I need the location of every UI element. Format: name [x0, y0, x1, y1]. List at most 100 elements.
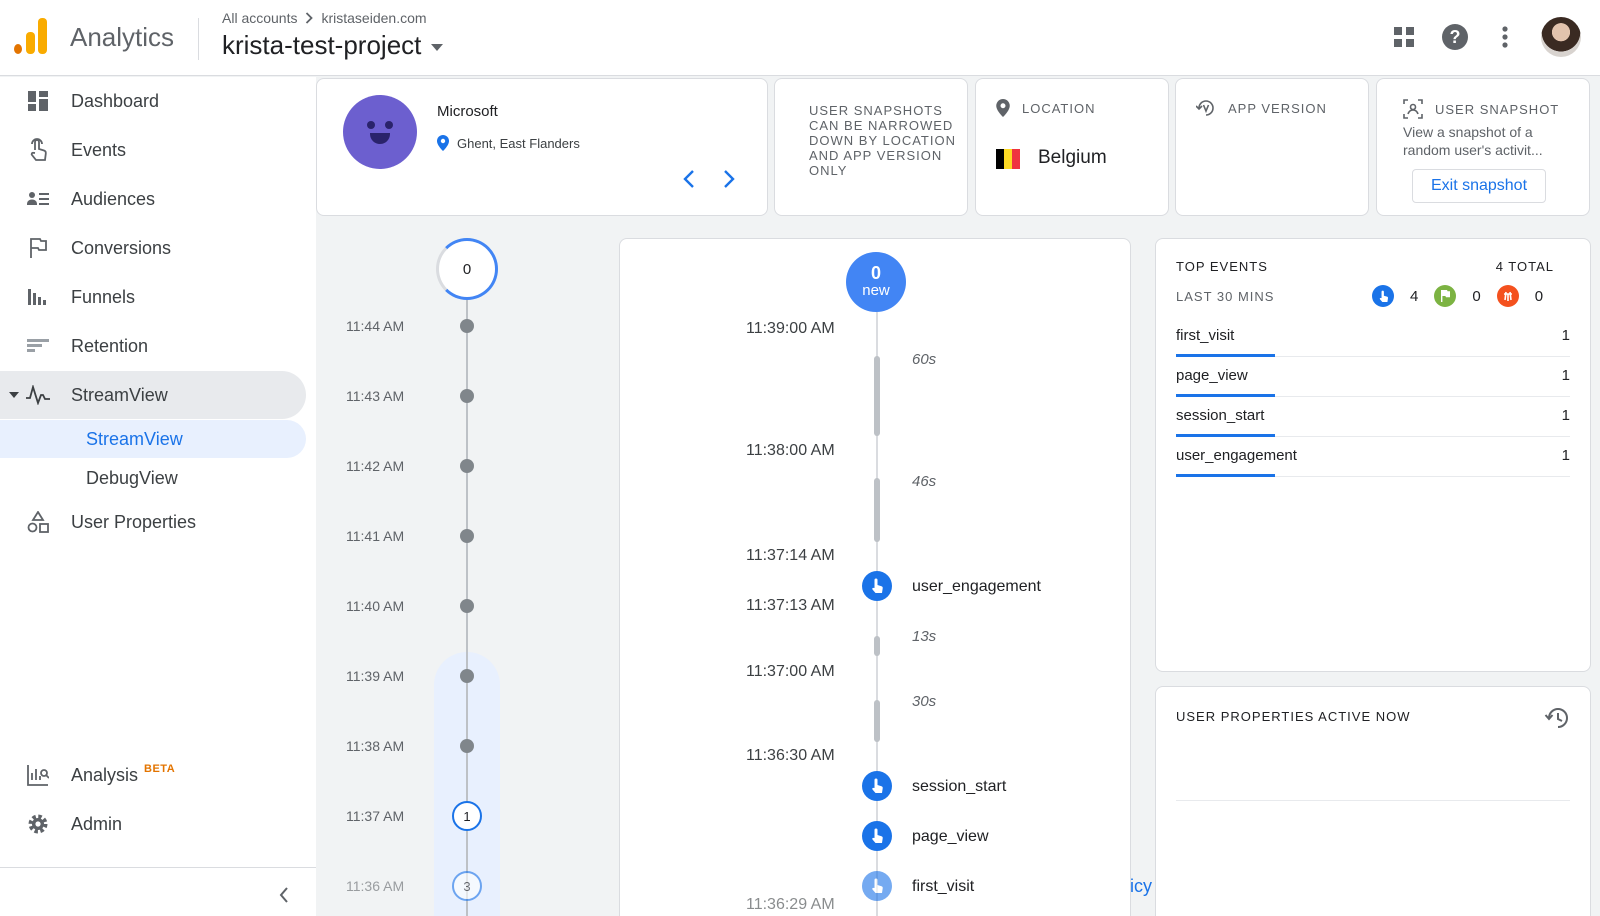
minute-empty-dot[interactable] [460, 669, 474, 683]
event-name[interactable]: session_start [912, 778, 1006, 796]
analysis-icon [26, 763, 50, 787]
top-event-bar [1176, 474, 1275, 477]
user-snapshot-card-header: USER SNAPSHOT [1403, 99, 1559, 119]
event-name[interactable]: user_engagement [912, 578, 1041, 596]
user-properties-title: USER PROPERTIES ACTIVE NOW [1176, 709, 1411, 724]
location-card[interactable]: LOCATION Belgium [975, 78, 1169, 216]
event-name[interactable]: page_view [912, 828, 989, 846]
top-event-row[interactable]: page_view 1 [1176, 357, 1570, 397]
dashboard-icon [26, 89, 50, 113]
minute-time-label: 11:37 AM [346, 808, 405, 824]
stream-gap-segment [874, 700, 880, 742]
sidebar-item-retention[interactable]: Retention [0, 322, 306, 370]
sidebar-item-analysis[interactable]: Analysis BETA [0, 751, 306, 799]
stream-gap-segment [874, 636, 880, 656]
apps-grid-icon[interactable] [1389, 22, 1419, 52]
sidebar-item-label: Dashboard [71, 90, 160, 111]
sidebar-subitem-label: DebugView [86, 467, 178, 488]
snapshot-note-card: USER SNAPSHOTS CAN BE NARROWED DOWN BY L… [774, 78, 968, 216]
event-type-summary: 4 0 0 [1372, 285, 1559, 307]
project-name: krista-test-project [222, 30, 422, 60]
top-event-name: page_view [1176, 367, 1248, 384]
exit-snapshot-button[interactable]: Exit snapshot [1412, 169, 1546, 203]
top-event-row[interactable]: first_visit 1 [1176, 317, 1570, 357]
property-selector[interactable]: krista-test-project [222, 30, 444, 61]
top-event-row[interactable]: session_start 1 [1176, 397, 1570, 437]
sidebar-subitem-streamview[interactable]: StreamView [0, 420, 306, 458]
more-vert-icon[interactable] [1490, 22, 1520, 52]
event-touch-icon[interactable] [862, 771, 892, 801]
header-divider [198, 18, 199, 60]
top-event-count: 1 [1561, 407, 1570, 424]
minute-event-count[interactable]: 1 [452, 801, 482, 831]
product-name: Analytics [70, 22, 175, 52]
belgium-flag-icon [996, 149, 1020, 169]
minute-empty-dot[interactable] [460, 319, 474, 333]
event-name[interactable]: first_visit [912, 878, 974, 896]
sidebar-item-streamview[interactable]: StreamView [0, 371, 306, 419]
version-history-icon [1196, 100, 1214, 116]
next-user-button[interactable] [715, 165, 743, 193]
breadcrumb[interactable]: All accounts kristaseiden.com [222, 10, 427, 26]
chevron-left-icon [683, 170, 694, 188]
app-version-card-header: APP VERSION [1196, 99, 1327, 117]
chevron-right-icon [306, 12, 314, 24]
sidebar-item-label: Analysis BETA [71, 763, 175, 786]
collapse-sidebar-button[interactable] [272, 883, 296, 907]
minute-empty-dot[interactable] [460, 389, 474, 403]
top-event-name: session_start [1176, 407, 1265, 424]
help-icon[interactable]: ? [1440, 22, 1470, 52]
top-events-total: 4 TOTAL [1495, 259, 1554, 274]
minute-empty-dot[interactable] [460, 529, 474, 543]
error-type-count[interactable]: 0 [1496, 285, 1543, 307]
stream-gap-duration: 46s [912, 473, 937, 490]
stream-gap-segment [874, 478, 880, 542]
top-event-count: 1 [1561, 447, 1570, 464]
app-version-card[interactable]: APP VERSION [1175, 78, 1369, 216]
sidebar-subitem-debugview[interactable]: DebugView [0, 459, 306, 497]
minute-event-count[interactable]: 3 [452, 871, 482, 901]
minute-time-label: 11:38 AM [346, 738, 405, 754]
previous-user-button[interactable] [675, 165, 703, 193]
analytics-logo-icon[interactable] [14, 18, 48, 54]
sidebar-item-admin[interactable]: Admin [0, 800, 306, 848]
pulse-icon [26, 383, 50, 407]
conversion-flag-icon [1434, 285, 1457, 307]
conversion-type-count[interactable]: 0 [1434, 285, 1481, 307]
breadcrumb-root[interactable]: All accounts [222, 10, 297, 26]
privacy-link-fragment[interactable]: icy [1130, 876, 1152, 897]
minute-empty-dot[interactable] [460, 599, 474, 613]
top-event-row[interactable]: user_engagement 1 [1176, 437, 1570, 477]
breadcrumb-account[interactable]: kristaseiden.com [321, 10, 426, 26]
sidebar-item-audiences[interactable]: Audiences [0, 175, 306, 223]
event-touch-icon[interactable] [862, 571, 892, 601]
minute-time-label: 11:43 AM [346, 388, 405, 404]
top-event-name: user_engagement [1176, 447, 1297, 464]
event-touch-icon[interactable] [862, 871, 892, 901]
sidebar-item-dashboard[interactable]: Dashboard [0, 77, 306, 125]
sidebar-item-label: Conversions [71, 237, 172, 258]
analysis-label: Analysis [71, 764, 139, 785]
caret-down-icon [9, 392, 19, 398]
event-type-count[interactable]: 4 [1372, 285, 1418, 307]
sidebar-item-funnels[interactable]: Funnels [0, 273, 306, 321]
sidebar-item-user-properties[interactable]: User Properties [0, 498, 306, 546]
account-avatar[interactable] [1541, 17, 1581, 57]
minute-empty-dot[interactable] [460, 459, 474, 473]
touch-icon [26, 138, 50, 162]
event-touch-icon[interactable] [862, 821, 892, 851]
sidebar-item-events[interactable]: Events [0, 126, 306, 174]
history-icon[interactable] [1542, 703, 1572, 733]
minute-empty-dot[interactable] [460, 739, 474, 753]
shapes-icon [26, 510, 50, 534]
sidebar-item-label: StreamView [71, 384, 168, 405]
minute-time-label: 11:36 AM [346, 878, 405, 894]
sidebar-item-label: Retention [71, 335, 149, 356]
sidebar-item-conversions[interactable]: Conversions [0, 224, 306, 272]
user-snapshot-description: View a snapshot of a random user's activ… [1403, 124, 1543, 158]
stream-time-label: 11:37:13 AM [746, 597, 835, 614]
top-events-title: TOP EVENTS [1176, 259, 1268, 274]
sidebar-item-label: Audiences [71, 188, 156, 209]
new-events-bubble[interactable]: 0 new [846, 252, 906, 312]
sidebar-divider [0, 867, 316, 868]
